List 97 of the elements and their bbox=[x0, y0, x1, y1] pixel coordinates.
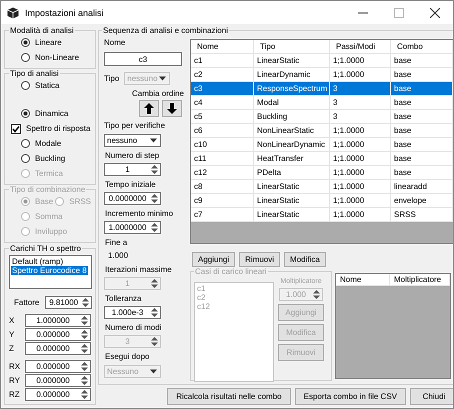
name-field[interactable]: c3 bbox=[104, 52, 182, 66]
spin-field[interactable]: 0.000000 bbox=[25, 328, 91, 341]
field-label: RX bbox=[9, 362, 21, 371]
check-type-dropdown[interactable]: nessuno bbox=[104, 134, 161, 147]
group-title: Tipo di combinazione bbox=[9, 185, 86, 194]
radio-button[interactable]: Modale bbox=[9, 137, 62, 150]
spin-field[interactable]: 0.000000 bbox=[25, 342, 91, 355]
field-label: Numero di step bbox=[104, 151, 160, 161]
spin-field[interactable]: 9.81000 bbox=[45, 296, 92, 309]
checkbox[interactable]: Spettro di risposta bbox=[9, 122, 90, 135]
table-row[interactable]: c8 LinearStatic 1;1.0000 linearadd bbox=[191, 180, 453, 194]
field-label: Fine a bbox=[104, 238, 128, 248]
table-cell: c7 bbox=[191, 208, 254, 222]
footer-button[interactable]: Esporta combo in file CSV bbox=[294, 388, 406, 405]
spin-field[interactable]: 1.000000 bbox=[25, 314, 91, 327]
radio-button[interactable]: Buckling bbox=[9, 152, 66, 165]
field-label: Cambia ordine bbox=[130, 89, 185, 99]
checkbox-icon[interactable] bbox=[11, 124, 21, 134]
field-label: Z bbox=[9, 344, 15, 353]
field-label: RY bbox=[9, 376, 21, 385]
spin-arrows-icon[interactable] bbox=[80, 375, 89, 386]
window-title: Impostazioni analisi bbox=[25, 8, 105, 18]
group-title: Carichi TH o spettro bbox=[9, 244, 82, 253]
group-title: Modalità di analisi bbox=[9, 26, 75, 35]
table-row[interactable]: c10 NonLinearDynamic 1;1.0000 base bbox=[191, 138, 453, 152]
field-label: Numero di modi bbox=[104, 323, 162, 333]
spin-arrows-icon[interactable] bbox=[80, 329, 89, 340]
spin-arrows-icon[interactable] bbox=[150, 222, 159, 233]
arrow-down-icon bbox=[167, 103, 177, 114]
close-icon[interactable] bbox=[430, 8, 440, 18]
group-title: Sequenza di analisi e combinazioni bbox=[102, 26, 229, 35]
radio-button[interactable]: Dinamica bbox=[9, 107, 68, 120]
footer-button[interactable]: Chiudi bbox=[410, 388, 453, 405]
field-label: RZ bbox=[9, 390, 21, 399]
action-button[interactable]: Rimuovi bbox=[239, 252, 280, 267]
spin-arrows-icon[interactable] bbox=[80, 343, 89, 354]
spin-field[interactable]: 0.0000000 bbox=[104, 192, 161, 205]
spin-field[interactable]: 0.000000 bbox=[25, 360, 91, 373]
radio-button[interactable]: Lineare bbox=[9, 36, 62, 49]
table-row[interactable]: c12 PDelta 1;1.0000 base bbox=[191, 166, 453, 180]
footer-button[interactable]: Ricalcola risultati nelle combo bbox=[167, 388, 291, 405]
field-label: Tempo iniziale bbox=[104, 180, 157, 190]
spin-arrows-icon[interactable] bbox=[80, 361, 89, 372]
table-row[interactable]: c5 Buckling 3 base bbox=[191, 110, 453, 124]
move-up-button[interactable] bbox=[139, 100, 159, 117]
table-row[interactable]: c6 NonLinearStatic 1;1.0000 base bbox=[191, 124, 453, 138]
spin-field[interactable]: 1.0000000 bbox=[104, 221, 161, 234]
radio-button[interactable]: Non-Lineare bbox=[9, 51, 80, 64]
table-cell: SRSS bbox=[391, 208, 453, 222]
arrow-up-icon bbox=[144, 103, 154, 114]
table-row[interactable]: c11 HeatTransfer 1;1.0000 base bbox=[191, 152, 453, 166]
spin-arrows-icon[interactable] bbox=[150, 307, 159, 318]
dropdown-caret-icon[interactable] bbox=[150, 138, 157, 143]
radio-icon[interactable] bbox=[21, 81, 30, 90]
spin-arrows-icon[interactable] bbox=[150, 164, 159, 175]
field-label: X bbox=[9, 316, 16, 325]
radio-button[interactable]: Statica bbox=[9, 79, 60, 92]
radio-icon[interactable] bbox=[21, 109, 30, 118]
spin-field[interactable]: 1.000e-3 bbox=[104, 306, 161, 319]
field-label: Iterazioni massime bbox=[104, 265, 173, 275]
action-button[interactable]: Modifica bbox=[284, 252, 326, 267]
field-label: Nome bbox=[104, 38, 126, 48]
radio-icon[interactable] bbox=[21, 53, 30, 62]
table-row[interactable]: c1 LinearStatic 1;1.0000 base bbox=[191, 54, 453, 68]
radio-icon[interactable] bbox=[21, 38, 30, 47]
radio-icon[interactable] bbox=[21, 154, 30, 163]
cube-icon bbox=[7, 6, 19, 18]
spin-arrows-icon[interactable] bbox=[80, 315, 89, 326]
group-title: Casi di carico lineari bbox=[194, 267, 268, 276]
field-label: Tolleranza bbox=[104, 294, 142, 304]
spin-arrows-icon[interactable] bbox=[80, 389, 89, 400]
radio-icon[interactable] bbox=[21, 139, 30, 148]
spin-field[interactable]: 0.000000 bbox=[25, 374, 91, 387]
list-item[interactable]: Default (ramp) bbox=[11, 257, 64, 266]
table-row[interactable]: c7 LinearStatic 1;1.0000 SRSS bbox=[191, 208, 453, 222]
field-label: Incremento minimo bbox=[104, 209, 174, 219]
spin-field[interactable]: 0.000000 bbox=[25, 388, 91, 401]
group-title: Tipo di analisi bbox=[9, 69, 60, 78]
spin-field[interactable]: 1 bbox=[104, 163, 161, 176]
field-label: Y bbox=[9, 330, 16, 339]
field-label: Esegui dopo bbox=[104, 352, 150, 362]
spin-arrows-icon[interactable] bbox=[150, 193, 159, 204]
minimize-icon[interactable] bbox=[358, 12, 368, 14]
action-button[interactable]: Aggiungi bbox=[192, 252, 236, 267]
field-label: Fattore bbox=[14, 298, 40, 307]
table-row[interactable]: c3 ResponseSpectrum 3 base bbox=[191, 82, 453, 96]
field-label: Tipo bbox=[104, 74, 120, 84]
table-cell: LinearStatic bbox=[254, 208, 330, 222]
table-row[interactable]: c4 Modal 3 base bbox=[191, 96, 453, 110]
table-row[interactable]: c9 LinearStatic 1;1.0000 envelope bbox=[191, 194, 453, 208]
move-down-button[interactable] bbox=[162, 100, 182, 117]
list-item[interactable]: Spettro Eurocodice 8 bbox=[11, 266, 88, 275]
table-row[interactable]: c2 LinearDynamic 1;1.0000 base bbox=[191, 68, 453, 82]
value-text: 1.000 bbox=[107, 251, 130, 261]
spin-arrows-icon[interactable] bbox=[81, 297, 90, 308]
table-cell: 1;1.0000 bbox=[330, 208, 391, 222]
field-label: Tipo per verifiche bbox=[104, 121, 166, 131]
